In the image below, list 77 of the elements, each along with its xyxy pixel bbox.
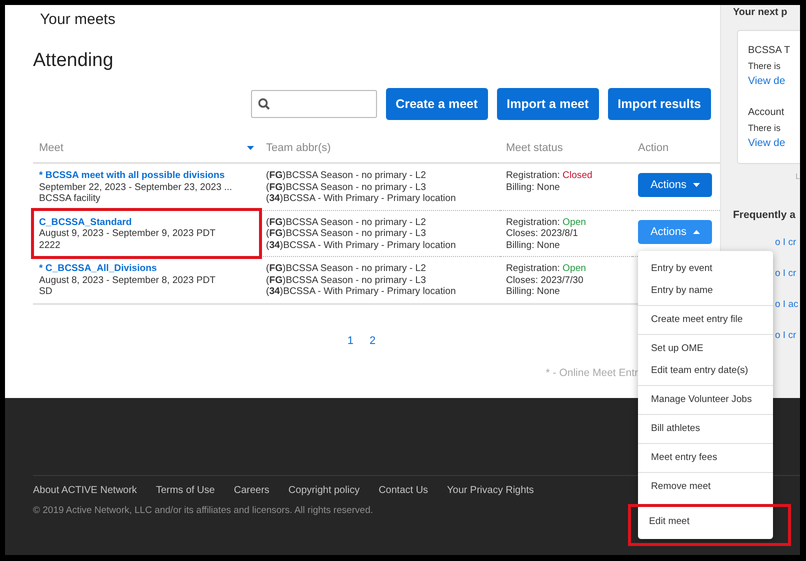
card-title: Account xyxy=(748,107,786,118)
menu-item[interactable]: Edit meet xyxy=(628,504,791,546)
status-label: Registration: xyxy=(506,170,560,181)
team-entry: (FG)BCSSA Season - no primary - L2 xyxy=(266,263,427,274)
meet-detail: August 8, 2023 - September 8, 2023 PDT xyxy=(39,274,217,286)
faq-link[interactable]: o I cr xyxy=(775,330,796,341)
team-entry: (FG)BCSSA Season - no primary - L2 xyxy=(266,170,427,182)
actions-button[interactable]: Actions xyxy=(638,220,712,244)
caret-icon xyxy=(692,230,700,234)
faq-link[interactable]: o I ac xyxy=(775,299,798,310)
card-text: There is xyxy=(748,61,782,71)
footer-link[interactable]: Careers xyxy=(234,485,270,496)
team-entry: (34)BCSSA - With Primary - Primary location xyxy=(266,286,457,298)
page-link[interactable]: 2 xyxy=(370,334,376,346)
status-detail: Billing: None xyxy=(506,182,561,193)
meet-link[interactable]: * BCSSA meet with all possible divisions xyxy=(39,170,254,182)
registration-status: Open xyxy=(562,216,586,228)
team-entry: (FG)BCSSA Season - no primary - L3 xyxy=(266,274,427,286)
meet-detail: SD xyxy=(39,286,54,298)
toolbar-button[interactable]: Import a meet xyxy=(496,88,599,120)
menu-item[interactable]: Create meet entry file xyxy=(640,309,771,331)
footer-link[interactable]: Copyright policy xyxy=(288,485,360,496)
column-header[interactable]: Action xyxy=(638,142,669,154)
footer-link[interactable]: Your Privacy Rights xyxy=(447,485,534,496)
meet-detail: 2222 xyxy=(39,240,62,251)
details-link[interactable]: View de xyxy=(748,75,786,87)
menu-item[interactable]: Edit team entry date(s) xyxy=(640,360,771,382)
meet-link[interactable]: C_BCSSA_Standard xyxy=(39,216,254,228)
status-detail: Billing: None xyxy=(506,240,561,251)
search-icon xyxy=(258,98,270,110)
menu-item[interactable]: Entry by name xyxy=(640,280,771,302)
team-entry: (FG)BCSSA Season - no primary - L2 xyxy=(266,216,427,228)
column-header[interactable]: Meet status xyxy=(506,142,563,154)
caret-icon xyxy=(247,146,254,150)
card-text: There is xyxy=(748,123,782,133)
status-detail: Billing: None xyxy=(506,286,561,298)
toolbar-button[interactable]: Import results xyxy=(608,88,711,120)
meet-detail: August 9, 2023 - September 9, 2023 PDT xyxy=(39,228,217,240)
status-label: Registration: xyxy=(506,216,560,228)
footer-link[interactable]: About ACTIVE Network xyxy=(33,485,137,496)
details-link[interactable]: View de xyxy=(748,137,786,149)
actions-button[interactable]: Actions xyxy=(638,173,712,197)
sidebar-heading: Your next p xyxy=(733,7,788,18)
team-entry: (FG)BCSSA Season - no primary - L3 xyxy=(266,182,427,193)
search-field[interactable] xyxy=(250,90,377,118)
meet-detail: BCSSA facility xyxy=(39,193,102,204)
copyright-text: © 2019 Active Network, LLC and/or its affiliates and licensors. All rights reserved. xyxy=(33,505,374,516)
toolbar-button[interactable]: Create a meet xyxy=(386,88,488,120)
team-entry: (FG)BCSSA Season - no primary - L3 xyxy=(266,228,427,240)
caret-icon xyxy=(692,183,700,187)
menu-item[interactable]: Remove meet xyxy=(640,476,771,498)
footnote: * - Online Meet Entr xyxy=(546,366,638,378)
faq-link[interactable]: o I cr xyxy=(775,237,796,248)
page-link[interactable]: 1 xyxy=(347,334,354,346)
meet-detail: September 22, 2023 - September 23, 2023 ... xyxy=(39,182,234,193)
registration-status: Closed xyxy=(562,170,592,181)
page-title: Your meets xyxy=(40,11,116,28)
card-title: BCSSA T xyxy=(748,45,792,56)
team-entry: (34)BCSSA - With Primary - Primary location xyxy=(266,193,457,204)
column-header[interactable]: Team abbr(s) xyxy=(266,142,331,154)
footer-link[interactable]: Terms of Use xyxy=(156,485,215,496)
team-entry: (34)BCSSA - With Primary - Primary location xyxy=(266,240,457,251)
menu-item[interactable]: Entry by event xyxy=(640,258,771,280)
status-label: Registration: xyxy=(506,263,560,274)
column-header[interactable]: Meet xyxy=(39,142,64,154)
section-heading: Attending xyxy=(33,50,114,72)
status-detail: Closes: 2023/7/30 xyxy=(506,274,584,286)
menu-item[interactable]: Bill athletes xyxy=(640,418,771,440)
registration-status: Open xyxy=(562,263,586,274)
menu-item[interactable]: Set up OME xyxy=(640,338,771,360)
meet-link[interactable]: * C_BCSSA_All_Divisions xyxy=(39,263,254,274)
footer-link[interactable]: Contact Us xyxy=(378,485,428,496)
faq-heading: Frequently a xyxy=(733,209,796,221)
menu-item[interactable]: Meet entry fees xyxy=(640,447,771,469)
menu-item[interactable]: Manage Volunteer Jobs xyxy=(640,389,771,411)
status-detail: Closes: 2023/8/1 xyxy=(506,228,579,240)
faq-link[interactable]: o I cr xyxy=(775,268,796,279)
